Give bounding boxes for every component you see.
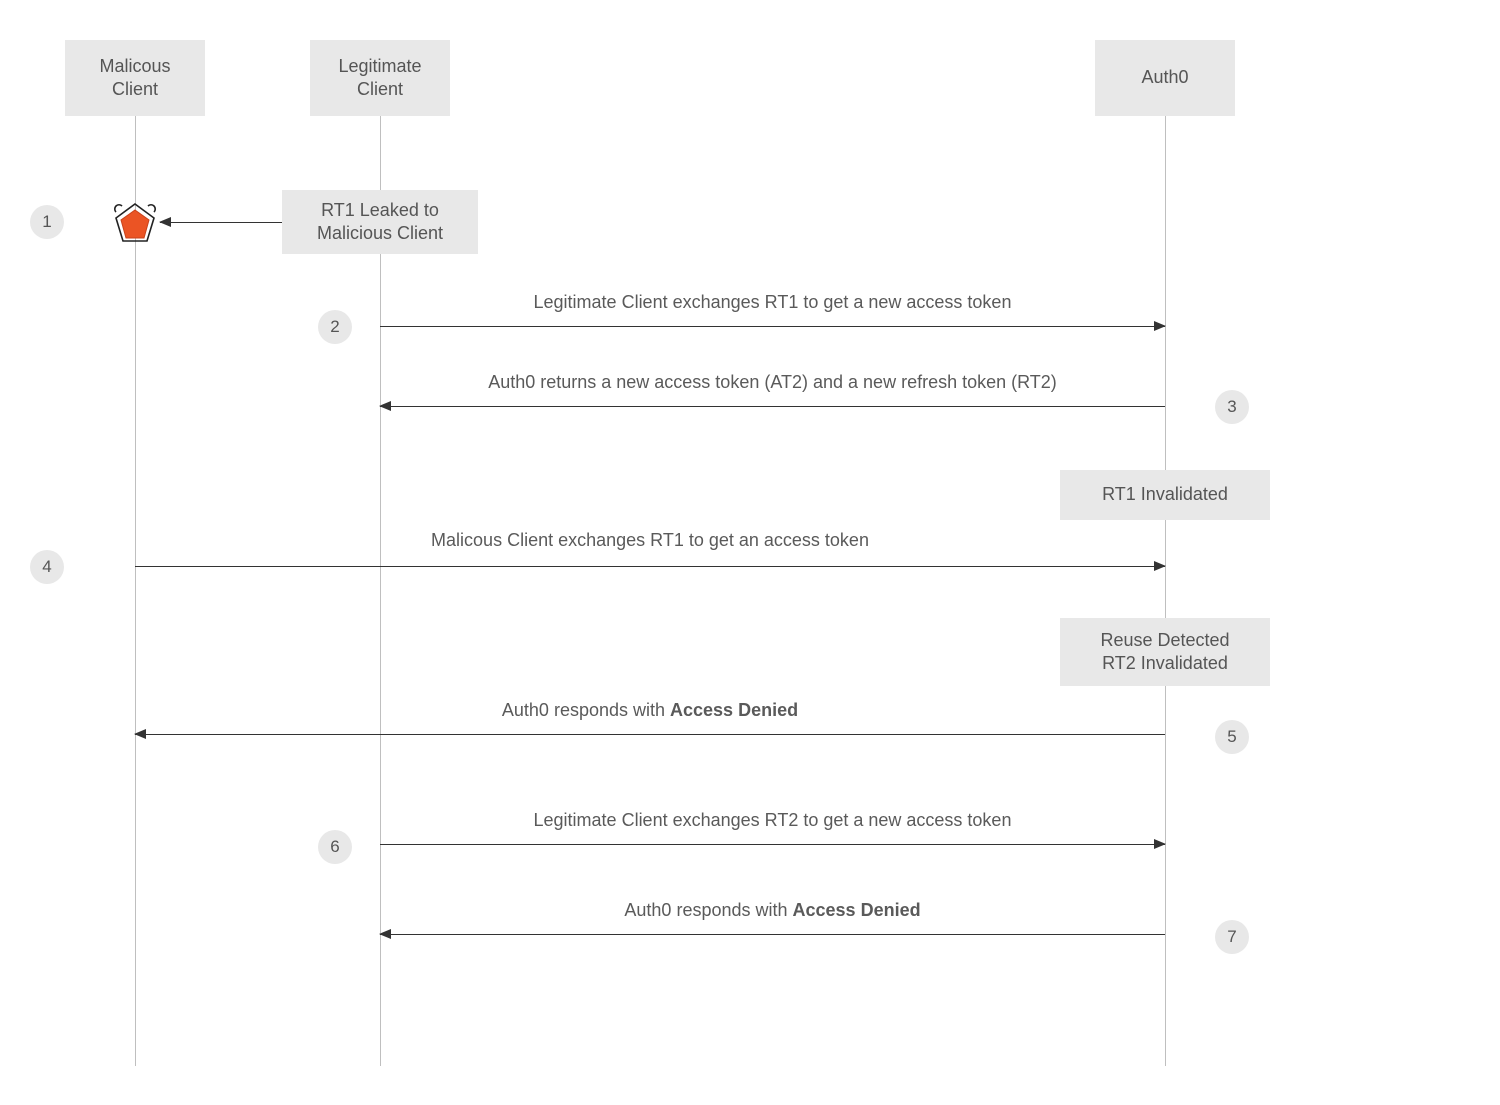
- step-6: 6: [318, 830, 352, 864]
- msg-4-text: Malicous Client exchanges RT1 to get an …: [431, 530, 869, 550]
- step-5: 5: [1215, 720, 1249, 754]
- step-1: 1: [30, 205, 64, 239]
- msg-4: Malicous Client exchanges RT1 to get an …: [135, 530, 1165, 551]
- step-4-label: 4: [42, 557, 51, 577]
- msg-7-bold: Access Denied: [793, 900, 921, 920]
- note-leak-label: RT1 Leaked toMalicious Client: [317, 199, 443, 246]
- msg-2: Legitimate Client exchanges RT1 to get a…: [380, 292, 1165, 313]
- msg-3-text: Auth0 returns a new access token (AT2) a…: [488, 372, 1057, 392]
- msg-6: Legitimate Client exchanges RT2 to get a…: [380, 810, 1165, 831]
- msg-7: Auth0 responds with Access Denied: [380, 900, 1165, 921]
- step-5-label: 5: [1227, 727, 1236, 747]
- step-6-label: 6: [330, 837, 339, 857]
- msg-3: Auth0 returns a new access token (AT2) a…: [380, 372, 1165, 393]
- participant-auth0: Auth0: [1095, 40, 1235, 116]
- step-2-label: 2: [330, 317, 339, 337]
- note-leak: RT1 Leaked toMalicious Client: [282, 190, 478, 254]
- note-reuse-label: Reuse DetectedRT2 Invalidated: [1100, 629, 1229, 676]
- participant-malicious: MalicousClient: [65, 40, 205, 116]
- participant-legitimate: LegitimateClient: [310, 40, 450, 116]
- msg-6-text: Legitimate Client exchanges RT2 to get a…: [534, 810, 1012, 830]
- arrow-6: [380, 844, 1165, 845]
- note-reuse: Reuse DetectedRT2 Invalidated: [1060, 618, 1270, 686]
- note-invalidated: RT1 Invalidated: [1060, 470, 1270, 520]
- lifeline-legitimate: [380, 116, 381, 1066]
- step-3-label: 3: [1227, 397, 1236, 417]
- step-1-label: 1: [42, 212, 51, 232]
- arrow-2: [380, 326, 1165, 327]
- step-4: 4: [30, 550, 64, 584]
- step-7: 7: [1215, 920, 1249, 954]
- arrow-7: [380, 934, 1165, 935]
- note-invalidated-label: RT1 Invalidated: [1102, 483, 1228, 506]
- msg-5-pre: Auth0 responds with: [502, 700, 670, 720]
- lifeline-malicious: [135, 116, 136, 1066]
- participant-auth0-label: Auth0: [1141, 66, 1188, 89]
- arrow-4: [135, 566, 1165, 567]
- arrow-3: [380, 406, 1165, 407]
- participant-legitimate-label: LegitimateClient: [338, 55, 421, 102]
- msg-5-bold: Access Denied: [670, 700, 798, 720]
- arrow-5: [135, 734, 1165, 735]
- step-2: 2: [318, 310, 352, 344]
- participant-malicious-label: MalicousClient: [99, 55, 170, 102]
- msg-5: Auth0 responds with Access Denied: [135, 700, 1165, 721]
- step-3: 3: [1215, 390, 1249, 424]
- step-7-label: 7: [1227, 927, 1236, 947]
- arrow-leak: [160, 222, 282, 223]
- lifeline-auth0: [1165, 116, 1166, 1066]
- msg-2-text: Legitimate Client exchanges RT1 to get a…: [534, 292, 1012, 312]
- msg-7-pre: Auth0 responds with: [624, 900, 792, 920]
- malicious-badge-icon: [110, 198, 160, 248]
- sequence-diagram: MalicousClient LegitimateClient Auth0 1 …: [30, 40, 1290, 1070]
